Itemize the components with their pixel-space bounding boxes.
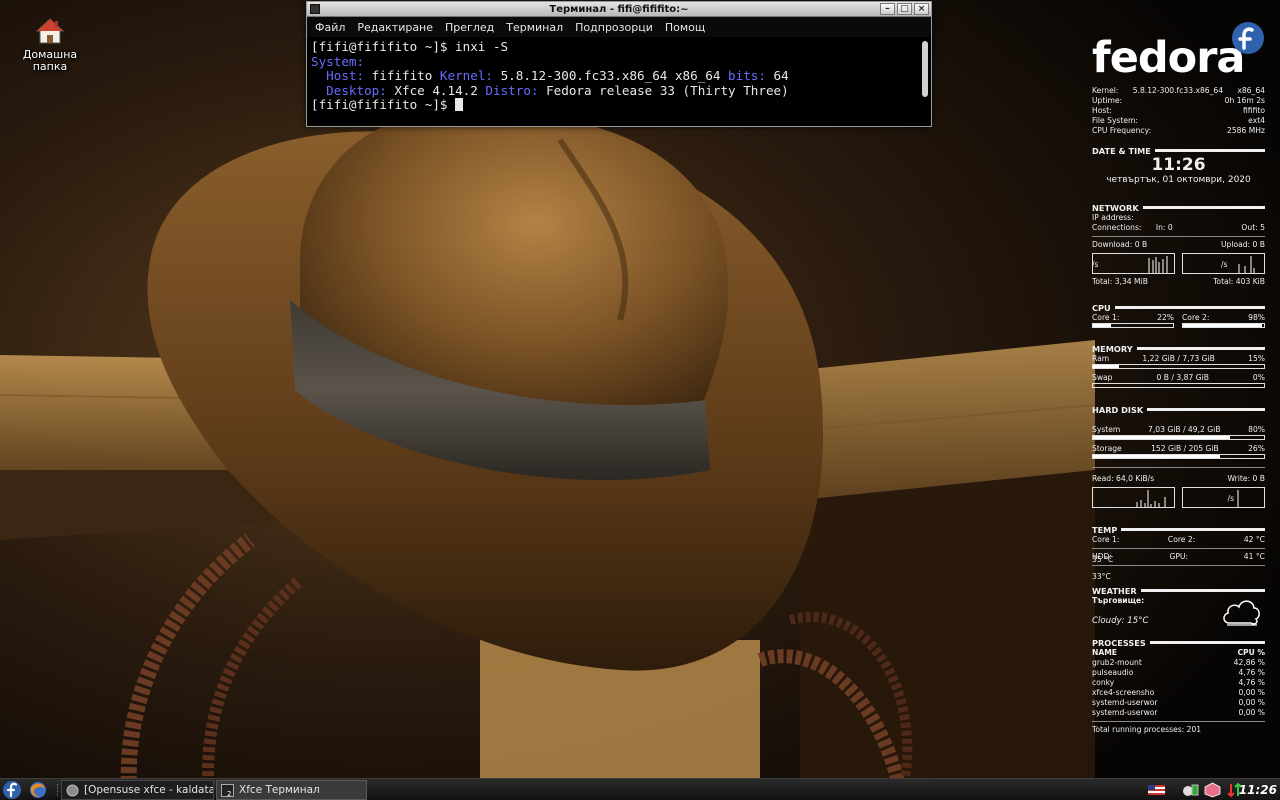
download-graph — [1092, 253, 1175, 274]
menu-terminal[interactable]: Терминал — [500, 21, 569, 34]
swap-bar — [1092, 383, 1265, 388]
maximize-button[interactable]: □ — [897, 3, 912, 15]
browser-icon — [66, 784, 79, 796]
menu-file[interactable]: Файл — [309, 21, 351, 34]
output-key: Desktop: — [326, 82, 387, 98]
output-key: Kernel: — [439, 68, 493, 83]
web-browser-launcher-icon[interactable] — [28, 780, 48, 800]
menu-view[interactable]: Преглед — [439, 21, 500, 34]
section-header: PROCESSES — [1092, 637, 1146, 648]
section-header: HARD DISK — [1092, 404, 1144, 415]
output-value: 5.8.12-300.fc33.x86_64 x86_64 — [493, 68, 729, 83]
disk-write-graph — [1182, 487, 1265, 508]
process-row: grub2-mount 42,86 % — [1092, 658, 1265, 667]
menu-tabs[interactable]: Подпрозорци — [569, 21, 659, 34]
minimize-button[interactable]: – — [880, 3, 895, 15]
output-value: fififito — [364, 68, 440, 83]
cpu-section: CPU Core 1: 22% Core 2: 98% — [1092, 302, 1265, 328]
weather-city: Търговище: — [1092, 596, 1145, 605]
system-info: Kernel: 5.8.12-300.fc33.x86_64 x86_64 Upti… — [1092, 86, 1265, 135]
datetime-section: DATE & TIME 11:26 четвъртък, 01 октомври… — [1092, 145, 1265, 186]
output-key: bits: — [728, 68, 766, 83]
section-header: TEMP — [1092, 524, 1118, 535]
output-value: 64 — [765, 68, 789, 83]
output-key: System: — [311, 53, 365, 69]
process-row: systemd-userwor 0,00 % — [1092, 708, 1265, 717]
terminal-prompt: [fifi@fififito ~]$ — [311, 97, 456, 112]
temp-section: TEMP Core 1: 35 °C Core 2: 42 °C HDD: 33°C… — [1092, 524, 1265, 581]
process-row: pulseaudio 4,76 % — [1092, 668, 1265, 677]
memory-section: MEMORY Ram 1,22 GiB / 7,73 GiB 15% Swap 0 B… — [1092, 343, 1265, 388]
terminal-window[interactable]: Терминал - fifi@fififito:~ – □ × Файл Ре… — [306, 1, 932, 127]
desktop-icon-label: Домашна папка — [22, 48, 78, 73]
ram-bar — [1092, 364, 1265, 369]
terminal-line: Desktop: Xfce 4.14.2 Distro: Fedora rele… — [311, 82, 931, 99]
storage-disk-bar — [1092, 454, 1265, 459]
conky-date: четвъртък, 01 октомври, 2020 — [1106, 175, 1251, 185]
output-value: Xfce 4.14.2 — [386, 82, 486, 98]
output-key: Host: — [326, 68, 365, 83]
terminal-output[interactable]: [fifi@fififito ~]$ inxi -S System: Host:… — [307, 37, 931, 126]
disk-section: HARD DISK System 7,03 GiB / 49,2 GiB 80% S… — [1092, 404, 1265, 508]
terminal-line: Host: fififito Kernel: 5.8.12-300.fc33.x… — [311, 68, 931, 84]
software-update-icon[interactable] — [1204, 782, 1221, 798]
conky-system-monitor: fedora Kernel: 5.8.12-300.fc33.x86_64 x86_… — [1092, 22, 1265, 742]
home-folder-icon — [35, 18, 65, 44]
process-row: conky 4,76 % — [1092, 678, 1265, 687]
task-terminal-window[interactable]: 2 Xfce Терминал — [216, 780, 367, 800]
desktop-icon-home[interactable]: Домашна папка — [18, 16, 82, 73]
terminal-title: Терминал - fifi@fififito:~ — [549, 4, 689, 15]
terminal-prompt-line: [fifi@fififito ~]$ — [311, 97, 931, 113]
taskbar: [Opensuse xfce - kaldata.c... 2 Xfce Тер… — [0, 778, 1280, 800]
process-total: Total running processes: 201 — [1092, 725, 1202, 734]
fedora-logo: fedora — [1092, 22, 1264, 82]
output-value: Fedora release 33 (Thirty Three) — [538, 82, 789, 98]
terminal-line: [fifi@fififito ~]$ inxi -S — [311, 39, 509, 54]
fedora-menu-icon[interactable] — [2, 780, 22, 800]
weather-condition: Cloudy: 15°C — [1092, 616, 1149, 626]
close-button[interactable]: × — [914, 3, 929, 15]
network-manager-icon[interactable] — [1182, 782, 1199, 798]
section-header: CPU — [1092, 302, 1111, 313]
menu-edit[interactable]: Редактиране — [351, 21, 439, 34]
keyboard-layout-flag-icon[interactable] — [1148, 782, 1165, 798]
system-disk-bar — [1092, 435, 1265, 440]
terminal-icon: 2 — [221, 783, 234, 797]
task-browser-window[interactable]: [Opensuse xfce - kaldata.c... — [61, 780, 214, 800]
section-header: DATE & TIME — [1092, 145, 1151, 156]
terminal-titlebar[interactable]: Терминал - fifi@fififito:~ – □ × — [307, 2, 931, 17]
disk-read-graph — [1092, 487, 1175, 508]
terminal-scrollbar[interactable] — [922, 41, 928, 97]
taskbar-clock[interactable]: 11:26 — [1239, 779, 1277, 800]
fedora-logo-text: fedora — [1092, 33, 1244, 82]
cloud-icon — [1223, 600, 1260, 626]
conky-clock: 11:26 — [1151, 155, 1206, 175]
svg-text:2: 2 — [227, 790, 231, 797]
process-row: xfce4-screensho 0,00 % — [1092, 688, 1265, 697]
menu-help[interactable]: Помощ — [659, 21, 711, 34]
terminal-cursor — [455, 98, 464, 111]
upload-graph — [1182, 253, 1265, 274]
section-header: MEMORY — [1092, 343, 1133, 354]
terminal-line: System: — [311, 53, 931, 70]
process-row: systemd-userwor 0,00 % — [1092, 698, 1265, 707]
output-key: Distro: — [485, 82, 539, 98]
terminal-menubar: Файл Редактиране Преглед Терминал Подпро… — [307, 17, 931, 37]
processes-section: PROCESSES NAME CPU % grub2-mount 42,86 % p… — [1092, 637, 1265, 734]
section-header: WEATHER — [1092, 585, 1137, 596]
section-header: NETWORK — [1092, 202, 1139, 213]
network-section: NETWORK IP address: Connections: In: 0 Out… — [1092, 202, 1265, 286]
cpu-core1-bar — [1092, 323, 1174, 328]
cpu-core2-bar — [1182, 323, 1265, 328]
weather-section: WEATHER Търговище: Cloudy: 15°C — [1092, 585, 1265, 626]
